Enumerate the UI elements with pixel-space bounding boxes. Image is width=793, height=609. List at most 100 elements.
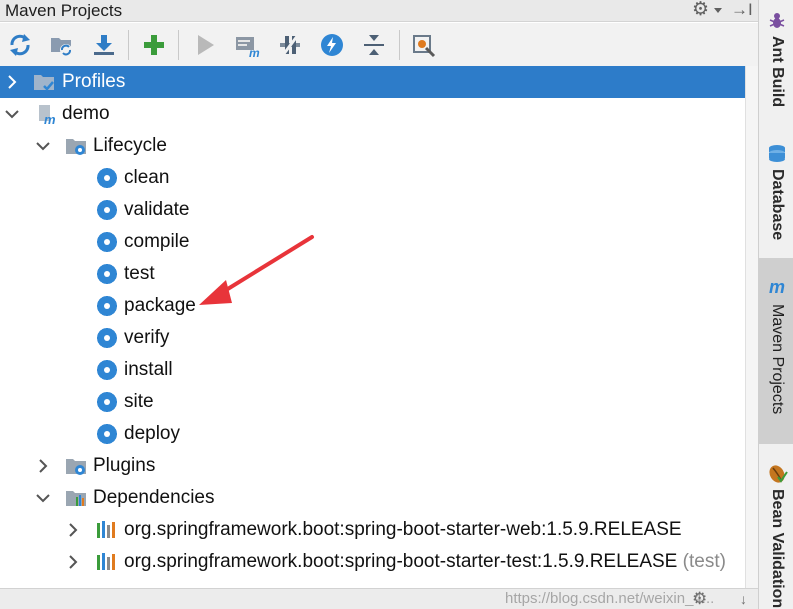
goal-label: install (124, 359, 173, 380)
skip-tests-button[interactable] (319, 32, 345, 58)
sidebar-tab-label: Ant Build (769, 36, 786, 108)
lifecycle-goal-install[interactable]: install (0, 354, 745, 386)
toolbar-separator (399, 30, 400, 60)
maven-projects-panel: Maven Projects ⚙ →I m Profiles m demo Li… (0, 0, 758, 609)
sidebar-tab-ant-build[interactable]: Ant Build (759, 0, 793, 120)
hide-panel-icon[interactable]: →I (731, 0, 753, 20)
generate-sources-button[interactable] (49, 32, 75, 58)
sidebar-tab-label: Bean Validation (769, 489, 786, 609)
maven-project-tree: Profiles m demo Lifecycle clean validate… (0, 66, 745, 609)
lifecycle-goal-compile[interactable]: compile (0, 226, 745, 258)
tree-node-lifecycle[interactable]: Lifecycle (0, 130, 745, 162)
profiles-folder-icon (34, 75, 54, 91)
scope-suffix: (test) (682, 551, 726, 572)
lifecycle-goal-clean[interactable]: clean (0, 162, 745, 194)
folder-refresh-icon (51, 38, 72, 56)
gear-icon (97, 200, 117, 220)
toggle-offline-mode-button[interactable] (277, 32, 303, 58)
sidebar-tab-bean-validation[interactable]: Bean Validation (759, 455, 793, 609)
collapse-all-button[interactable] (361, 32, 387, 58)
dependency-label: org.springframework.boot:spring-boot-sta… (124, 551, 726, 572)
panel-title: Maven Projects (5, 1, 123, 20)
gear-icon (97, 424, 117, 444)
tree-node-label: Dependencies (93, 487, 215, 508)
gear-icon[interactable]: ⚙ (692, 0, 709, 20)
lifecycle-goal-verify[interactable]: verify (0, 322, 745, 354)
dependencies-folder-icon (66, 491, 86, 506)
maven-toolbar: m (0, 23, 758, 67)
download-sources-button[interactable] (91, 32, 117, 58)
maven-module-icon: m (39, 105, 56, 125)
chevron-right-icon[interactable] (3, 73, 21, 91)
goal-label: validate (124, 199, 190, 220)
toolbar-separator (128, 30, 129, 60)
library-icon (97, 521, 115, 538)
gear-icon (97, 328, 117, 348)
library-icon (97, 553, 115, 570)
execute-maven-goal-button[interactable]: m (234, 32, 260, 58)
tree-node-plugins[interactable]: Plugins (0, 450, 745, 482)
plus-icon (144, 35, 164, 55)
ant-icon (769, 13, 785, 28)
svg-text:m: m (44, 112, 56, 125)
gear-icon (97, 296, 117, 316)
dependency-row[interactable]: org.springframework.boot:spring-boot-sta… (0, 514, 745, 546)
plugins-folder-icon (66, 459, 86, 475)
reimport-all-button[interactable] (7, 32, 33, 58)
tree-node-project[interactable]: m demo (0, 98, 745, 130)
goal-label: verify (124, 327, 170, 348)
gear-icon (97, 360, 117, 380)
panel-bottom-bar: https://blog.csdn.net/weixin_4... ⚙ ↓ (0, 588, 758, 609)
gear-icon (97, 168, 117, 188)
goal-label: test (124, 263, 155, 284)
dependency-label: org.springframework.boot:spring-boot-sta… (124, 519, 682, 540)
goal-label: compile (124, 231, 190, 252)
chevron-down-icon[interactable] (3, 105, 21, 123)
maven-goal-icon: m (236, 37, 260, 58)
lifecycle-folder-icon (66, 139, 86, 155)
goal-label: site (124, 391, 154, 412)
lifecycle-goal-site[interactable]: site (0, 386, 745, 418)
bean-icon (769, 465, 788, 483)
tree-node-label: Profiles (62, 71, 126, 92)
maven-m-icon: m (769, 277, 785, 297)
sidebar-tab-database[interactable]: Database (759, 135, 793, 250)
chevron-down-icon[interactable]: ↓ (740, 589, 747, 609)
goal-label: deploy (124, 423, 180, 444)
tree-node-dependencies[interactable]: Dependencies (0, 482, 745, 514)
gear-icon[interactable]: ⚙ (692, 589, 707, 609)
lifecycle-goal-deploy[interactable]: deploy (0, 418, 745, 450)
download-icon (94, 35, 114, 55)
offline-icon (280, 34, 300, 56)
play-icon (198, 35, 214, 55)
chevron-down-icon[interactable] (714, 8, 722, 13)
chevron-right-icon[interactable] (64, 553, 82, 571)
run-maven-build-button[interactable] (192, 32, 218, 58)
gear-icon (97, 264, 117, 284)
tree-node-label: Plugins (93, 455, 156, 476)
chevron-right-icon[interactable] (64, 521, 82, 539)
vertical-scrollbar[interactable] (745, 66, 758, 609)
maven-settings-button[interactable] (411, 32, 437, 58)
add-maven-project-button[interactable] (141, 32, 167, 58)
chevron-down-icon[interactable] (34, 137, 52, 155)
goal-label: package (124, 295, 196, 316)
sidebar-tab-maven-projects[interactable]: m Maven Projects (759, 258, 793, 444)
lifecycle-goal-package[interactable]: package (0, 290, 745, 322)
dependency-row[interactable]: org.springframework.boot:spring-boot-sta… (0, 546, 745, 578)
tree-node-profiles[interactable]: Profiles (0, 66, 745, 98)
goal-label: clean (124, 167, 170, 188)
wrench-settings-icon (413, 35, 436, 58)
collapse-all-icon (364, 35, 384, 55)
svg-text:m: m (769, 277, 785, 297)
sidebar-tab-label: Database (769, 169, 786, 241)
tree-node-label: Lifecycle (93, 135, 167, 156)
lightning-icon (321, 34, 343, 56)
refresh-icon (10, 34, 30, 56)
sidebar-tab-label: Maven Projects (769, 304, 786, 415)
lifecycle-goal-validate[interactable]: validate (0, 194, 745, 226)
gear-icon (97, 232, 117, 252)
lifecycle-goal-test[interactable]: test (0, 258, 745, 290)
chevron-right-icon[interactable] (34, 457, 52, 475)
chevron-down-icon[interactable] (34, 489, 52, 507)
